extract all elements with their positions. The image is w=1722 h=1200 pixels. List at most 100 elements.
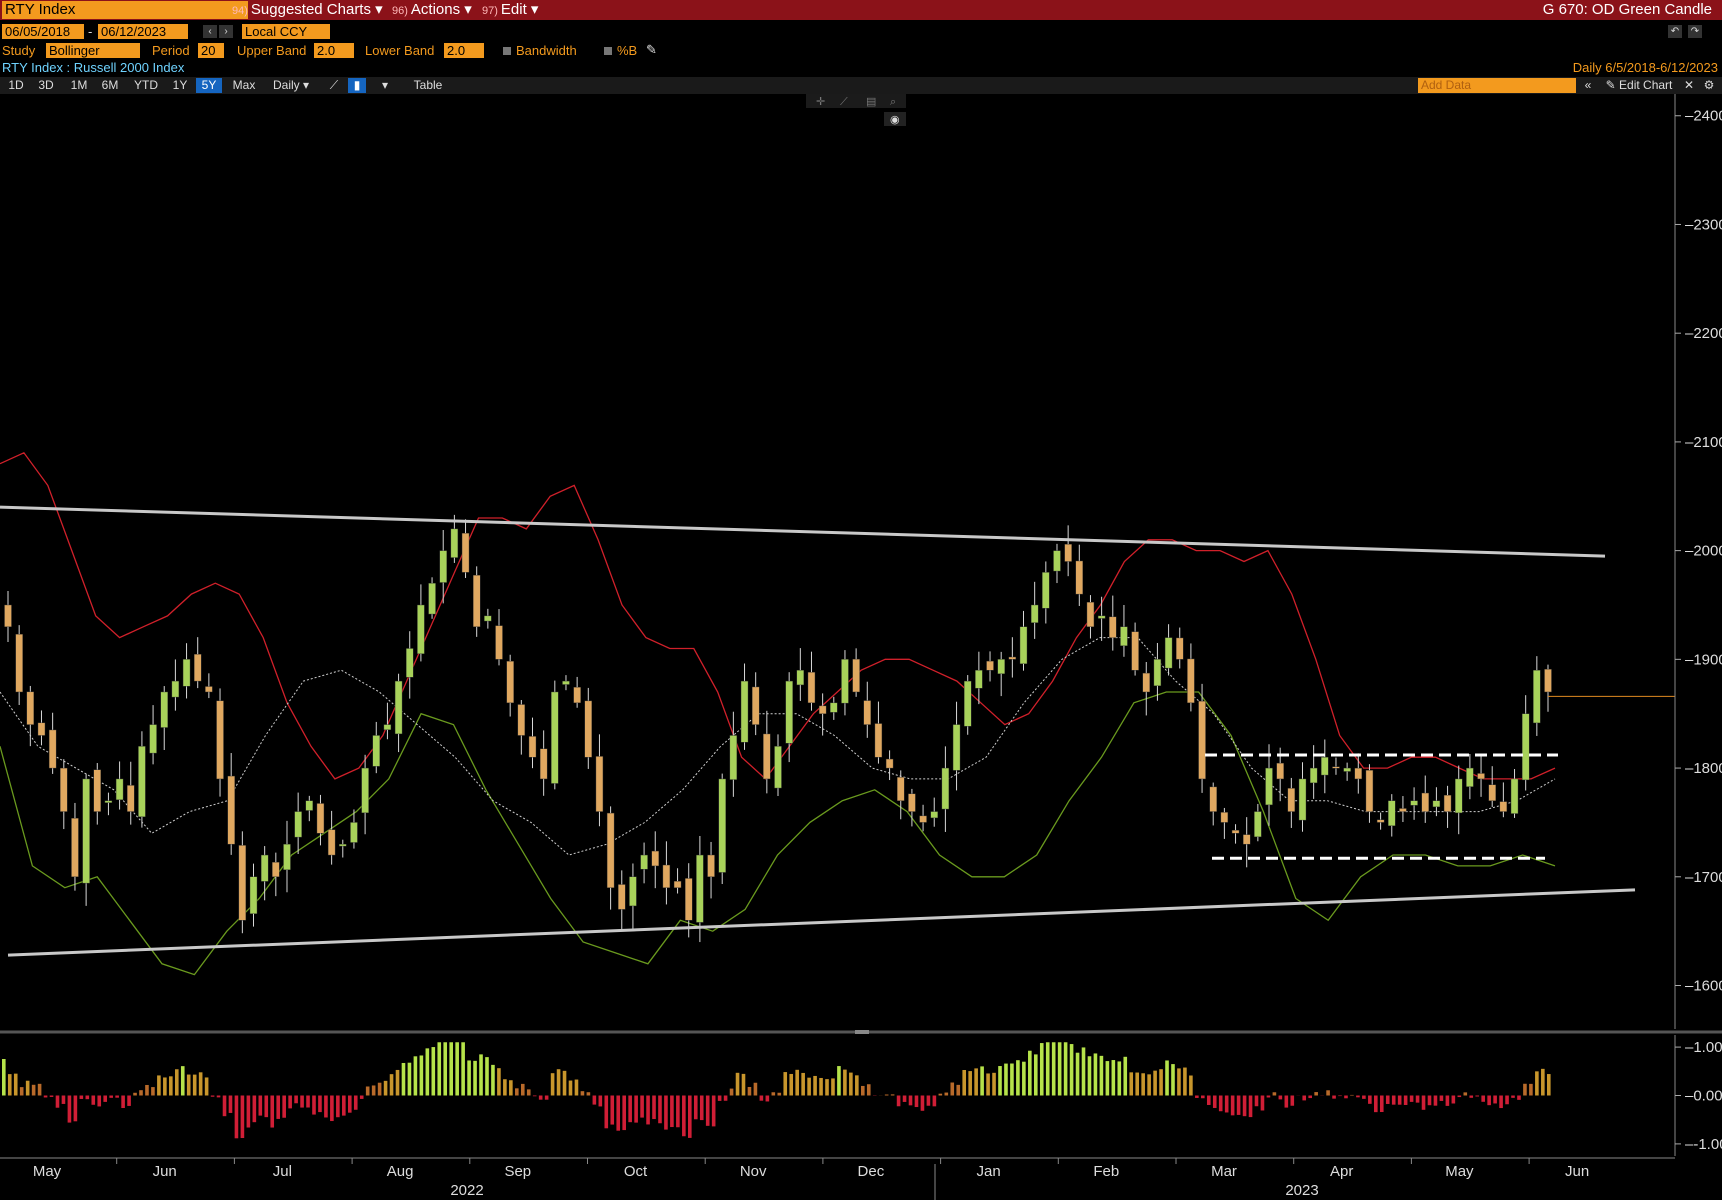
edit-chart-button[interactable]: ✎ Edit Chart [1602, 78, 1676, 93]
line-chart-icon[interactable]: ⟋ [324, 78, 344, 93]
bandwidth-checkbox[interactable]: Bandwidth [503, 43, 577, 58]
indicator-tick-label: –1.00 [1685, 1039, 1722, 1056]
oscillator-bar [169, 1076, 173, 1096]
start-date-input[interactable]: 06/05/2018 [2, 24, 84, 39]
oscillator-bar [711, 1095, 716, 1127]
frequency-select[interactable]: Daily ▾ [266, 78, 316, 93]
indicator-tick-label: –0.00 [1685, 1088, 1722, 1105]
period-1y-button[interactable]: 1Y [168, 78, 192, 93]
period-1m-button[interactable]: 1M [66, 78, 92, 93]
oscillator-bar [682, 1095, 686, 1137]
oscillator-bar [1463, 1092, 1468, 1096]
candle-up [1164, 637, 1173, 669]
oscillator-bar [222, 1095, 227, 1117]
candle-up [640, 854, 648, 870]
oscillator-bar [1493, 1095, 1497, 1104]
candle-down [1075, 560, 1084, 595]
price-tick-label: –1800 [1685, 760, 1722, 777]
oscillator-bar [300, 1095, 304, 1108]
oscillator-bar [503, 1079, 507, 1096]
redo-icon[interactable]: ↷ [1688, 25, 1702, 38]
upper-band-input[interactable]: 2.0 [314, 43, 354, 58]
period-6m-button[interactable]: 6M [97, 78, 123, 93]
month-tick-label: Jul [273, 1163, 292, 1180]
oscillator-bar [688, 1095, 692, 1138]
candle-down [908, 793, 916, 812]
oscillator-bar [598, 1095, 603, 1107]
currency-select[interactable]: Local CCY [242, 24, 330, 39]
candle-up [115, 778, 124, 800]
crosshair-icon[interactable]: ✛ [816, 96, 825, 108]
table-button[interactable]: Table [406, 78, 450, 93]
oscillator-bar [771, 1092, 776, 1096]
oscillator-bar [604, 1095, 609, 1129]
oscillator-bar [312, 1095, 316, 1115]
close-icon[interactable]: ✕ [1682, 78, 1696, 93]
oscillator-bar [1230, 1095, 1235, 1116]
oscillator-bar [1541, 1068, 1545, 1096]
chevron-left-icon[interactable]: ‹ [203, 25, 217, 38]
chevron-right-icon[interactable]: › [219, 25, 233, 38]
candle-up [696, 854, 704, 923]
oscillator-bar [306, 1095, 310, 1108]
oscillator-bar [437, 1042, 442, 1096]
oscillator-bar [1308, 1095, 1312, 1099]
menu-number: 96) [392, 5, 408, 17]
security-name: RTY Index : Russell 2000 Index [2, 60, 185, 75]
candle-down [1365, 770, 1374, 812]
period-max-button[interactable]: Max [228, 78, 260, 93]
actions-menu[interactable]: 96) Actions ▾ [392, 1, 472, 19]
candle-down [606, 812, 615, 888]
oscillator-bar [1511, 1095, 1515, 1098]
period-input[interactable]: 20 [198, 43, 224, 58]
candle-chart-icon[interactable]: ▮ [348, 78, 366, 93]
period-5y-button[interactable]: 5Y [196, 78, 222, 93]
end-date-input[interactable]: 06/12/2023 [98, 24, 188, 39]
price-chart[interactable]: ✛ ⟋ ▤ ⌕ ◉ –1600 –1700 –1800 –1900 –2000 –2100… [0, 94, 1722, 1200]
candle-up [138, 746, 146, 817]
candle-down [1187, 658, 1195, 704]
oscillator-bar [956, 1084, 961, 1096]
period-ytd-button[interactable]: YTD [130, 78, 162, 93]
oscillator-bar [914, 1095, 919, 1108]
line-tool-icon[interactable]: ⟋ [840, 96, 848, 108]
lower-band-input[interactable]: 2.0 [444, 43, 484, 58]
oscillator-bar [1254, 1095, 1259, 1107]
add-data-input[interactable]: Add Data [1418, 78, 1576, 93]
candle-down [1242, 834, 1251, 845]
candle-up [182, 659, 191, 687]
suggested-charts-menu[interactable]: 94) Suggested Charts ▾ [232, 1, 383, 19]
oscillator-bar [1045, 1042, 1050, 1096]
period-1d-button[interactable]: 1D [4, 78, 28, 93]
oscillator-bar [234, 1095, 239, 1139]
edit-menu[interactable]: 97) Edit ▾ [482, 1, 538, 19]
chevron-down-icon[interactable]: ▾ [378, 78, 392, 93]
period-3d-button[interactable]: 3D [34, 78, 58, 93]
oscillator-bar [431, 1047, 436, 1096]
candle-down [818, 705, 827, 714]
oscillator-bar [371, 1085, 376, 1096]
undo-icon[interactable]: ↶ [1668, 25, 1682, 38]
candle-down [618, 884, 626, 910]
candle-down [1209, 786, 1217, 812]
candle-down [763, 733, 771, 780]
collapse-icon[interactable]: « [1580, 78, 1596, 93]
candle-down [4, 604, 12, 627]
candle-up [1455, 778, 1463, 814]
month-tick-label: May [33, 1163, 62, 1180]
oscillator-bar [318, 1095, 322, 1113]
pencil-icon[interactable]: ✎ [646, 42, 657, 57]
ticker-field[interactable]: RTY Index [2, 1, 248, 19]
text-tool-icon[interactable]: ▤ [866, 96, 876, 108]
candle-up [796, 670, 805, 686]
month-tick-label: Sep [504, 1163, 531, 1180]
oscillator-bar [783, 1072, 788, 1096]
oscillator-bar [443, 1042, 448, 1096]
pctb-checkbox[interactable]: %B [604, 43, 637, 58]
oscillator-bar [1063, 1042, 1068, 1096]
study-select[interactable]: Bollinger [46, 43, 140, 58]
gear-icon[interactable]: ⚙ [1702, 78, 1716, 93]
oscillator-bar [1481, 1095, 1485, 1102]
zoom-icon[interactable]: ⌕ [890, 96, 896, 108]
oscillator-bar [25, 1080, 30, 1096]
